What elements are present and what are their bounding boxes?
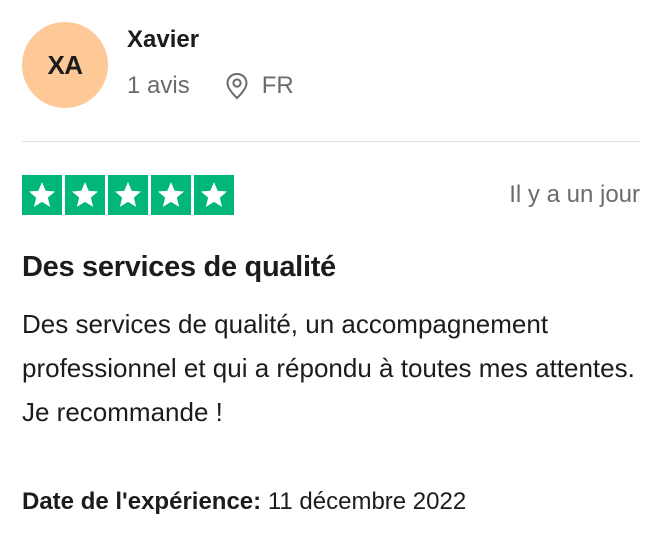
avatar-initials: XA [47,49,83,80]
avatar[interactable]: XA [22,22,108,108]
review-title[interactable]: Des services de qualité [22,251,336,284]
experience-date: Date de l'expérience: 11 décembre 2022 [22,488,466,516]
star-icon [65,175,105,215]
star-icon [108,175,148,215]
review-count: 1 avis [127,72,190,99]
location-pin-icon [224,72,250,100]
reviewer-name[interactable]: Xavier [127,26,199,54]
experience-date-value: 11 décembre 2022 [267,488,467,515]
star-icon [194,175,234,215]
review-body: Des services de qualité, un accompagneme… [22,309,635,427]
review-date: Il y a un jour [509,181,640,208]
star-icon [22,175,62,215]
divider [22,141,640,142]
star-icon [151,175,191,215]
experience-date-label: Date de l'expérience: [22,488,262,515]
reviewer-meta: 1 avis FR [127,72,294,100]
reviewer-country: FR [261,72,294,99]
star-rating [22,175,234,215]
